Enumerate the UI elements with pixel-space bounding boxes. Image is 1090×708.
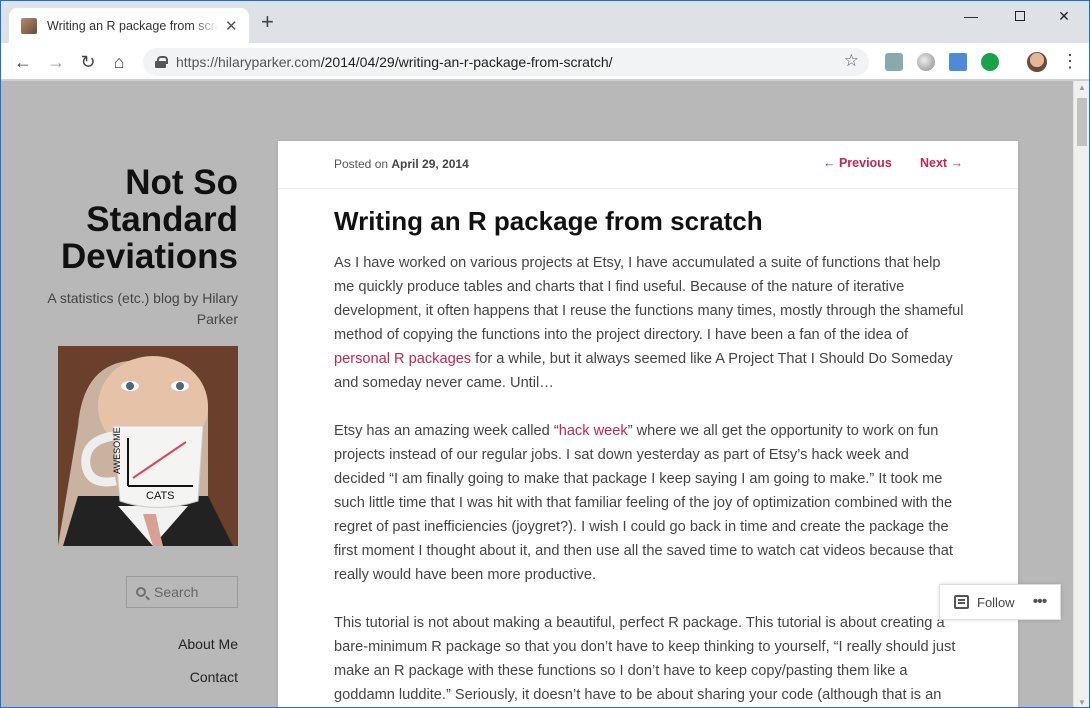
- search-placeholder: Search: [154, 584, 199, 600]
- tab-title: Writing an R package from scratch: [47, 18, 218, 33]
- p2-text-b: ” where we all get the opportunity to wo…: [334, 423, 953, 583]
- mug-cats-text: CATS: [146, 490, 175, 502]
- paragraph-1: As I have worked on various projects at …: [334, 251, 964, 395]
- posted-on-prefix: Posted on: [334, 157, 389, 171]
- minimize-button[interactable]: —: [948, 5, 994, 27]
- extension-docs-icon[interactable]: [949, 53, 967, 71]
- new-tab-button[interactable]: +: [261, 11, 274, 33]
- p2-text-a: Etsy has an amazing week called “: [334, 423, 559, 439]
- page-viewport: Not So Standard Deviations A statistics …: [1, 81, 1073, 707]
- site-description: A statistics (etc.) blog by Hilary Parke…: [47, 290, 238, 327]
- profile-photo: AWESOME CATS: [58, 346, 238, 546]
- sidebar-link-about-me[interactable]: About Me: [38, 636, 238, 652]
- article: Posted on April 29, 2014 ← Previous Next…: [278, 141, 1018, 707]
- home-icon[interactable]: ⌂: [108, 51, 130, 73]
- post-title: Writing an R package from scratch: [334, 206, 763, 236]
- tab-bar: Writing an R package from scratch ✕ + — …: [1, 1, 1089, 43]
- profile-photo-illustration: AWESOME CATS: [58, 346, 238, 546]
- back-arrow-icon[interactable]: ←: [12, 51, 34, 73]
- close-window-button[interactable]: ✕: [1041, 5, 1087, 27]
- posted-on: Posted on April 29, 2014: [334, 157, 469, 171]
- lock-icon: [155, 56, 168, 68]
- bookmark-star-icon[interactable]: ☆: [844, 51, 859, 71]
- reload-icon[interactable]: ↻: [77, 51, 99, 73]
- address-bar[interactable]: https://hilaryparker.com/2014/04/29/writ…: [143, 48, 869, 76]
- follow-label: Follow: [977, 594, 1015, 610]
- extension-green-icon[interactable]: [981, 53, 999, 71]
- personal-r-packages-link[interactable]: personal R packages: [334, 351, 471, 367]
- browser-menu-icon[interactable]: ⋮: [1061, 52, 1079, 70]
- paragraph-2: Etsy has an amazing week called “hack we…: [334, 419, 964, 587]
- extension-circle-icon[interactable]: [917, 53, 935, 71]
- maximize-button[interactable]: [997, 5, 1043, 27]
- url-domain: https://hilaryparker.com: [176, 54, 321, 70]
- search-input[interactable]: Search: [126, 576, 238, 608]
- sidebar-link-contact[interactable]: Contact: [38, 669, 238, 685]
- posted-date[interactable]: April 29, 2014: [391, 157, 468, 171]
- scroll-down-arrow-icon[interactable]: ▼: [1078, 698, 1086, 707]
- p1-text-a: As I have worked on various projects at …: [334, 255, 964, 343]
- url-path: /2014/04/29/writing-an-r-package-from-sc…: [320, 54, 613, 70]
- tab-active[interactable]: Writing an R package from scratch ✕: [9, 8, 249, 43]
- reader-icon: [954, 595, 969, 609]
- scrollbar-thumb[interactable]: [1077, 98, 1087, 146]
- favicon-icon: [21, 17, 37, 34]
- hack-week-link[interactable]: hack week: [559, 423, 628, 439]
- mug-awesome-text: AWESOME: [112, 427, 122, 474]
- profile-avatar[interactable]: [1027, 52, 1047, 72]
- browser-toolbar: ← → ↻ ⌂ https://hilaryparker.com/2014/04…: [1, 43, 1089, 80]
- url-text[interactable]: https://hilaryparker.com/2014/04/29/writ…: [176, 54, 613, 70]
- follow-button[interactable]: Follow •••: [939, 584, 1061, 620]
- extension-translate-icon[interactable]: [885, 53, 903, 71]
- scroll-up-arrow-icon[interactable]: ▲: [1078, 83, 1086, 92]
- previous-post-link[interactable]: ← Previous: [823, 156, 892, 170]
- more-options-icon[interactable]: •••: [1033, 593, 1048, 611]
- post-navigation: Posted on April 29, 2014 ← Previous Next…: [278, 141, 1018, 189]
- browser-window: Writing an R package from scratch ✕ + — …: [0, 0, 1090, 708]
- next-post-link[interactable]: Next →: [920, 156, 963, 170]
- search-icon: [136, 587, 146, 597]
- site-title[interactable]: Not So Standard Deviations: [38, 164, 238, 275]
- post-body: As I have worked on various projects at …: [334, 251, 964, 707]
- maximize-icon: [1015, 11, 1025, 21]
- page-scrollbar[interactable]: ▲ ▼: [1073, 81, 1089, 707]
- forward-arrow-icon[interactable]: →: [45, 51, 67, 73]
- tab-close-icon[interactable]: ✕: [224, 17, 239, 35]
- paragraph-3: This tutorial is not about making a beau…: [334, 615, 956, 703]
